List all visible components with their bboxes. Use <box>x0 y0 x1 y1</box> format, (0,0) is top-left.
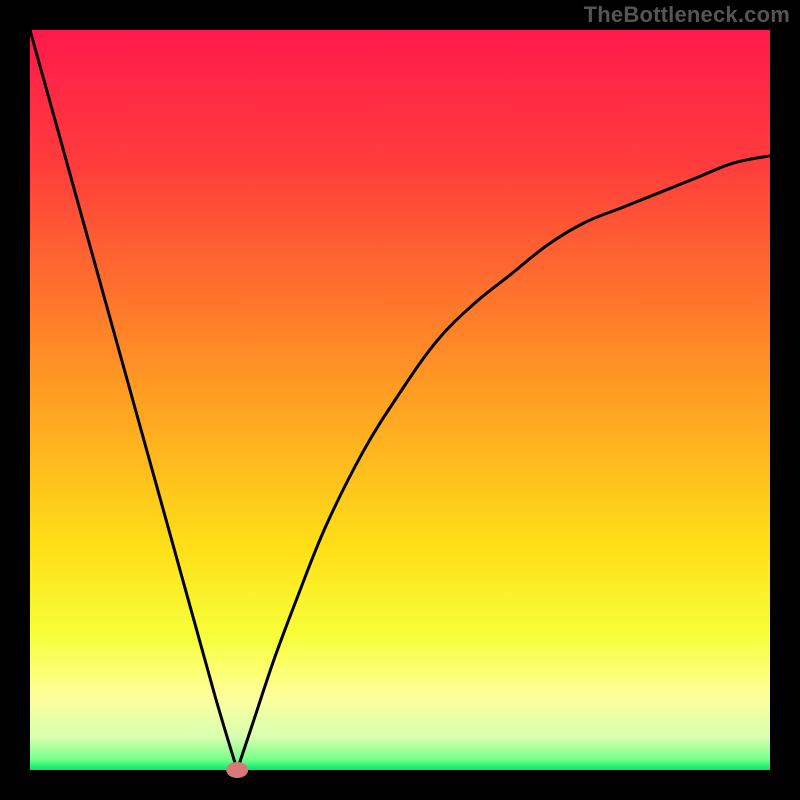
watermark-text: TheBottleneck.com <box>584 2 790 28</box>
chart-frame: TheBottleneck.com <box>0 0 800 800</box>
bottleneck-curve-chart <box>0 0 800 800</box>
minimum-marker <box>226 762 248 778</box>
plot-background <box>30 30 770 770</box>
